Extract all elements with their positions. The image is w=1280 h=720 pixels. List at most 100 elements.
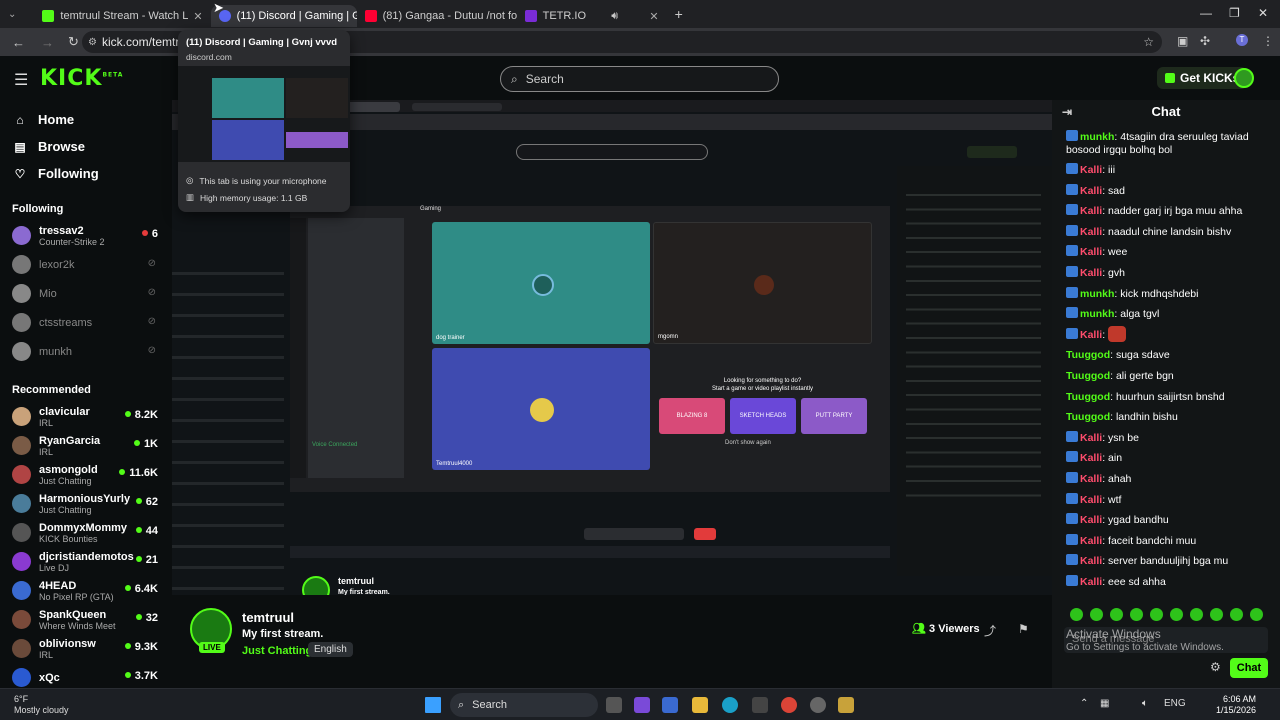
emote-icon[interactable]	[1070, 608, 1083, 621]
language-indicator[interactable]: ENG	[1164, 698, 1186, 709]
chat-username[interactable]: Kalli	[1080, 246, 1102, 258]
more-options-icon[interactable]: ⚑	[1018, 622, 1029, 636]
chat-username[interactable]: Tuuggod	[1066, 370, 1110, 382]
emote-icon[interactable]	[1090, 608, 1103, 621]
files-icon[interactable]	[662, 697, 678, 713]
store-icon[interactable]	[752, 697, 768, 713]
chat-username[interactable]: Kalli	[1080, 514, 1102, 526]
chat-settings-icon[interactable]: ⚙	[1210, 660, 1221, 674]
forward-icon[interactable]: →	[41, 35, 54, 50]
chat-username[interactable]: munkh	[1080, 308, 1114, 320]
close-tab-icon[interactable]: ✕	[643, 10, 658, 23]
chat-username[interactable]: Tuuggod	[1066, 391, 1110, 403]
chat-send-button[interactable]: Chat	[1230, 658, 1268, 678]
taskbar-clock[interactable]: 6:06 AM 1/15/2026	[1200, 694, 1256, 716]
emote-icon[interactable]	[1150, 608, 1163, 621]
chrome-icon[interactable]	[781, 697, 797, 713]
chat-username[interactable]: Kalli	[1080, 494, 1102, 506]
weather-widget[interactable]: 6°F Mostly cloudy	[14, 694, 69, 716]
chat-username[interactable]: Kalli	[1080, 226, 1102, 238]
tab-kick[interactable]: temtruul Stream - Watch Live o	[34, 5, 189, 27]
volume-icon[interactable]: 🔈︎	[1142, 698, 1148, 709]
chat-username[interactable]: Kalli	[1080, 329, 1102, 341]
chat-username[interactable]: Kalli	[1080, 555, 1102, 567]
back-icon[interactable]: ←	[12, 35, 25, 50]
chat-username[interactable]: munkh	[1080, 288, 1114, 300]
recommended-channel[interactable]: 4HEAD No Pixel RP (GTA) 6.4K	[0, 576, 172, 605]
app-icon[interactable]	[838, 697, 854, 713]
new-tab-icon[interactable]: +	[675, 6, 683, 22]
search-input[interactable]: ⌕ Search	[500, 66, 779, 92]
tab-search-icon[interactable]: ⌄	[8, 9, 16, 20]
chat-username[interactable]: Kalli	[1080, 164, 1102, 176]
followed-channel[interactable]: tressav2 Counter-Strike 2 6	[0, 221, 172, 250]
emote-icon[interactable]	[1130, 608, 1143, 621]
followed-channel[interactable]: munkh ⊘	[0, 337, 172, 366]
recommended-channel[interactable]: RyanGarcia IRL 1K	[0, 431, 172, 460]
share-icon[interactable]: ⤴	[984, 622, 996, 639]
taskbar-search[interactable]: ⌕ Search	[450, 693, 598, 717]
kick-logo[interactable]: KICKBETA	[40, 66, 123, 91]
folder-icon[interactable]	[692, 697, 708, 713]
user-avatar[interactable]	[1234, 68, 1254, 88]
emote-icon[interactable]	[1230, 608, 1243, 621]
emote-icon[interactable]	[1210, 608, 1223, 621]
chat-username[interactable]: Kalli	[1080, 432, 1102, 444]
tab-youtube[interactable]: (81) Gangaa - Dutuu /not for a ✕	[357, 5, 517, 27]
nav-home[interactable]: ⌂ Home	[0, 106, 172, 133]
audio-icon[interactable]: 🔊︎	[611, 10, 618, 23]
chat-username[interactable]: Tuuggod	[1066, 349, 1110, 361]
chat-username[interactable]: Kalli	[1080, 267, 1102, 279]
chat-username[interactable]: Kalli	[1080, 473, 1102, 485]
chat-username[interactable]: Tuuggod	[1066, 411, 1110, 423]
tab-discord[interactable]: (11) Discord | Gaming | Gvn ◉ ✕	[210, 5, 357, 27]
emote-icon[interactable]	[1170, 608, 1183, 621]
site-info-icon[interactable]: ⚙	[88, 37, 97, 48]
profile-icon[interactable]: T	[1236, 34, 1248, 46]
app-icon[interactable]	[810, 697, 826, 713]
nav-browse[interactable]: ▤ Browse	[0, 133, 172, 160]
taskview-icon[interactable]	[606, 697, 622, 713]
extension-icon[interactable]: ▣	[1177, 34, 1188, 48]
bookmark-star-icon[interactable]: ☆	[1143, 35, 1154, 49]
collapse-chat-icon[interactable]: ⇥	[1062, 100, 1072, 124]
followed-channel[interactable]: ctsstreams ⊘	[0, 308, 172, 337]
maximize-icon[interactable]: ❐	[1229, 6, 1240, 20]
chat-username[interactable]: munkh	[1080, 131, 1114, 143]
followed-channel[interactable]: lexor2k ⊘	[0, 250, 172, 279]
network-icon[interactable]: ▦	[1100, 698, 1109, 709]
tray-chevron-icon[interactable]: ⌃	[1080, 698, 1088, 709]
recommended-channel[interactable]: djcristiandemotos Live DJ 21	[0, 547, 172, 576]
chat-username[interactable]: Kalli	[1080, 535, 1102, 547]
reload-icon[interactable]: ↻	[68, 34, 79, 50]
recommended-channel[interactable]: HarmoniousYurly Just Chatting 62	[0, 489, 172, 518]
emote-icon[interactable]	[1190, 608, 1203, 621]
youtube-favicon-icon	[364, 10, 377, 22]
recommended-channel[interactable]: SpankQueen Where Winds Meet 32	[0, 605, 172, 634]
nav-following[interactable]: ♡ Following	[0, 160, 172, 187]
recommended-channel[interactable]: DommyxMommy KICK Bounties 44	[0, 518, 172, 547]
extensions-puzzle-icon[interactable]: ✣	[1200, 34, 1210, 48]
stream-category[interactable]: Just Chatting	[242, 645, 312, 657]
copilot-icon[interactable]	[634, 697, 650, 713]
menu-kebab-icon[interactable]: ⋮	[1262, 34, 1274, 48]
recommended-channel[interactable]: clavicular IRL 8.2K	[0, 402, 172, 431]
recommended-channel[interactable]: asmongold Just Chatting 11.6K	[0, 460, 172, 489]
streamer-name[interactable]: temtruul	[242, 610, 294, 625]
recommended-channel[interactable]: oblivionsw IRL 9.3K	[0, 634, 172, 663]
tab-tetrio[interactable]: TETR.IO 🔊︎ ✕	[517, 5, 667, 27]
close-tab-icon[interactable]: ✕	[193, 10, 202, 23]
emote-icon[interactable]	[1250, 608, 1263, 621]
chat-username[interactable]: Kalli	[1080, 452, 1102, 464]
language-tag[interactable]: English	[308, 642, 353, 657]
chat-username[interactable]: Kalli	[1080, 185, 1102, 197]
close-window-icon[interactable]: ✕	[1258, 6, 1268, 20]
menu-icon[interactable]: ☰	[14, 70, 28, 90]
minimize-icon[interactable]: —	[1200, 6, 1212, 20]
emote-icon[interactable]	[1110, 608, 1123, 621]
chat-username[interactable]: Kalli	[1080, 205, 1102, 217]
windows-start-icon[interactable]	[425, 697, 441, 713]
edge-icon[interactable]	[722, 697, 738, 713]
followed-channel[interactable]: Mio ⊘	[0, 279, 172, 308]
chat-username[interactable]: Kalli	[1080, 576, 1102, 588]
